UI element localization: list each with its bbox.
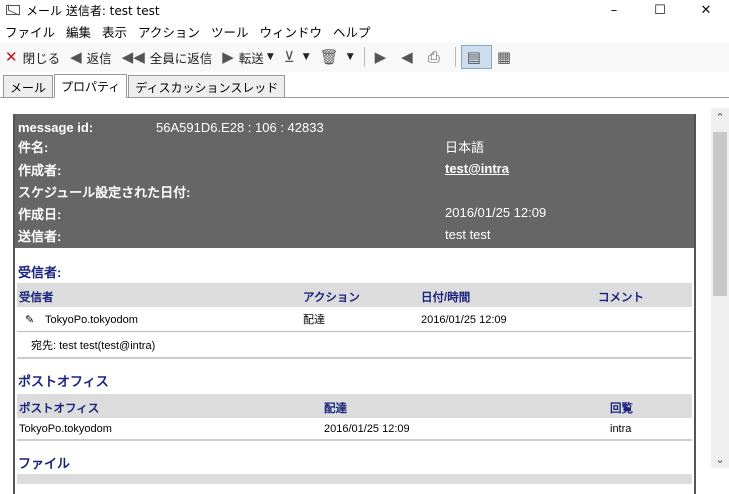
list-view-icon: ▤ <box>466 48 481 66</box>
scrollbar-thumb[interactable] <box>713 132 727 296</box>
toolbar: ✕ 閉じる ◀ 返信 ◀◀ 全員に返信 ▶ 転送 ▼ ⊻ ▼ 🗑 ▼ ▶ ◀ ⎙… <box>0 42 729 72</box>
message-header: message id: 56A591D6.E28 : 106 : 42833 件… <box>15 114 694 248</box>
sender-label: 送信者: <box>18 229 62 244</box>
files-section-title: ファイル <box>18 456 71 471</box>
message-view-icon: ▦ <box>496 48 512 66</box>
to-line: 宛先: test test(test@intra) <box>31 340 156 352</box>
view-message-button[interactable]: ▦ <box>492 45 521 69</box>
author-link[interactable]: test@intra <box>445 161 509 176</box>
column-delivered: 配達 <box>324 403 347 415</box>
files-table-header <box>17 474 692 484</box>
reply-all-label: 全員に返信 <box>149 50 213 66</box>
maximize-button[interactable]: ☐ <box>637 0 683 20</box>
menu-window[interactable]: ウィンドウ <box>254 22 328 41</box>
vertical-scrollbar[interactable]: ⌃ ⌄ <box>711 108 729 468</box>
subject-label: 件名: <box>18 140 49 155</box>
mail-icon <box>6 5 20 15</box>
move-dropdown-icon[interactable]: ▼ <box>303 52 310 62</box>
title-bar: メール 送信者: test test – ☐ ✕ <box>0 0 729 20</box>
column-route: 回覧 <box>610 403 633 415</box>
message-id-label: message id: <box>18 120 94 135</box>
post-office-delivered: 2016/01/25 12:09 <box>324 423 410 435</box>
forward-icon: ▶ <box>222 48 234 66</box>
column-recipient: 受信者 <box>19 292 54 304</box>
message-id-value: 56A591D6.E28 : 106 : 42833 <box>156 120 324 135</box>
post-office-table-header: ポストオフィス 配達 回覧 <box>17 394 692 418</box>
tab-discussion-thread[interactable]: ディスカッションスレッド <box>128 75 286 97</box>
reply-button[interactable]: ◀ 返信 <box>65 45 117 69</box>
column-comment: コメント <box>598 292 644 304</box>
tab-properties[interactable]: プロパティ <box>54 74 128 98</box>
reply-all-icon: ◀◀ <box>121 48 145 66</box>
list-item: 宛先: test test(test@intra) <box>17 332 692 354</box>
post-office-route: intra <box>610 423 632 435</box>
menu-file[interactable]: ファイル <box>0 22 61 41</box>
window-controls: – ☐ ✕ <box>591 0 729 20</box>
scheduled-date-label: スケジュール設定された日付: <box>18 185 191 200</box>
menu-view[interactable]: 表示 <box>97 22 133 41</box>
toolbar-separator <box>454 47 456 67</box>
window-title: メール 送信者: test test <box>26 3 160 18</box>
printer-icon: ⎙ <box>427 48 440 66</box>
trash-icon: 🗑 <box>319 48 339 66</box>
close-icon: ✕ <box>5 48 18 66</box>
column-datetime: 日付/時間 <box>421 292 471 304</box>
subject-value: 日本語 <box>445 140 485 155</box>
section-divider <box>17 439 692 441</box>
menu-action[interactable]: アクション <box>133 22 206 41</box>
post-office-name: TokyoPo.tokyodom <box>19 423 112 435</box>
recipients-section-title: 受信者: <box>18 265 62 280</box>
next-arrow-icon: ▶ <box>374 48 387 66</box>
toolbar-separator <box>363 47 365 67</box>
author-label: 作成者: <box>18 163 62 178</box>
section-divider <box>17 357 692 359</box>
recipient-action: 配達 <box>303 314 325 326</box>
forward-label: 転送 <box>238 50 264 66</box>
table-row: ✎ TokyoPo.tokyodom 配達 2016/01/25 12:09 <box>17 308 692 332</box>
close-label: 閉じる <box>22 50 61 66</box>
menu-tools[interactable]: ツール <box>206 22 255 41</box>
reply-label: 返信 <box>86 50 112 66</box>
table-row: TokyoPo.tokyodom 2016/01/25 12:09 intra <box>17 417 692 439</box>
tab-mail[interactable]: メール <box>3 75 54 97</box>
menu-edit[interactable]: 編集 <box>61 22 97 41</box>
scroll-down-icon[interactable]: ⌄ <box>711 450 729 468</box>
previous-arrow-icon: ◀ <box>401 48 413 66</box>
next-button[interactable]: ▶ <box>370 45 397 69</box>
print-button[interactable]: ⎙ <box>423 45 450 69</box>
scroll-up-icon[interactable]: ⌃ <box>711 108 729 126</box>
recipient-name: TokyoPo.tokyodom <box>45 314 138 326</box>
column-post-office: ポストオフィス <box>19 403 100 415</box>
column-action: アクション <box>303 292 360 304</box>
menu-bar: ファイル 編集 表示 アクション ツール ウィンドウ ヘルプ <box>0 20 729 42</box>
created-date-value: 2016/01/25 12:09 <box>445 205 547 220</box>
recipients-table-header: 受信者 アクション 日付/時間 コメント <box>17 283 692 307</box>
reply-icon: ◀ <box>70 48 82 66</box>
sender-value: test test <box>445 227 491 242</box>
tab-bar: メール プロパティ ディスカッションスレッド <box>0 74 729 98</box>
delete-dropdown-icon[interactable]: ▼ <box>347 52 354 62</box>
recipient-datetime: 2016/01/25 12:09 <box>421 314 507 326</box>
view-properties-button[interactable]: ▤ <box>460 45 492 69</box>
reply-all-button[interactable]: ◀◀ 全員に返信 <box>117 45 218 69</box>
forward-button[interactable]: ▶ 転送 ▼ <box>217 45 278 69</box>
move-to-folder-icon: ⊻ <box>283 48 295 66</box>
post-office-icon: ✎ <box>25 314 35 326</box>
close-button[interactable]: ✕ 閉じる <box>0 45 65 69</box>
post-office-section-title: ポストオフィス <box>18 374 109 389</box>
created-date-label: 作成日: <box>18 207 62 222</box>
minimize-button[interactable]: – <box>591 0 637 20</box>
previous-button[interactable]: ◀ <box>396 45 423 69</box>
move-button[interactable]: ⊻ ▼ <box>279 45 315 69</box>
delete-button[interactable]: 🗑 ▼ <box>315 45 359 69</box>
close-window-button[interactable]: ✕ <box>683 0 729 20</box>
forward-dropdown-icon[interactable]: ▼ <box>267 52 274 62</box>
menu-help[interactable]: ヘルプ <box>328 22 377 41</box>
properties-pane: message id: 56A591D6.E28 : 106 : 42833 件… <box>13 114 696 494</box>
